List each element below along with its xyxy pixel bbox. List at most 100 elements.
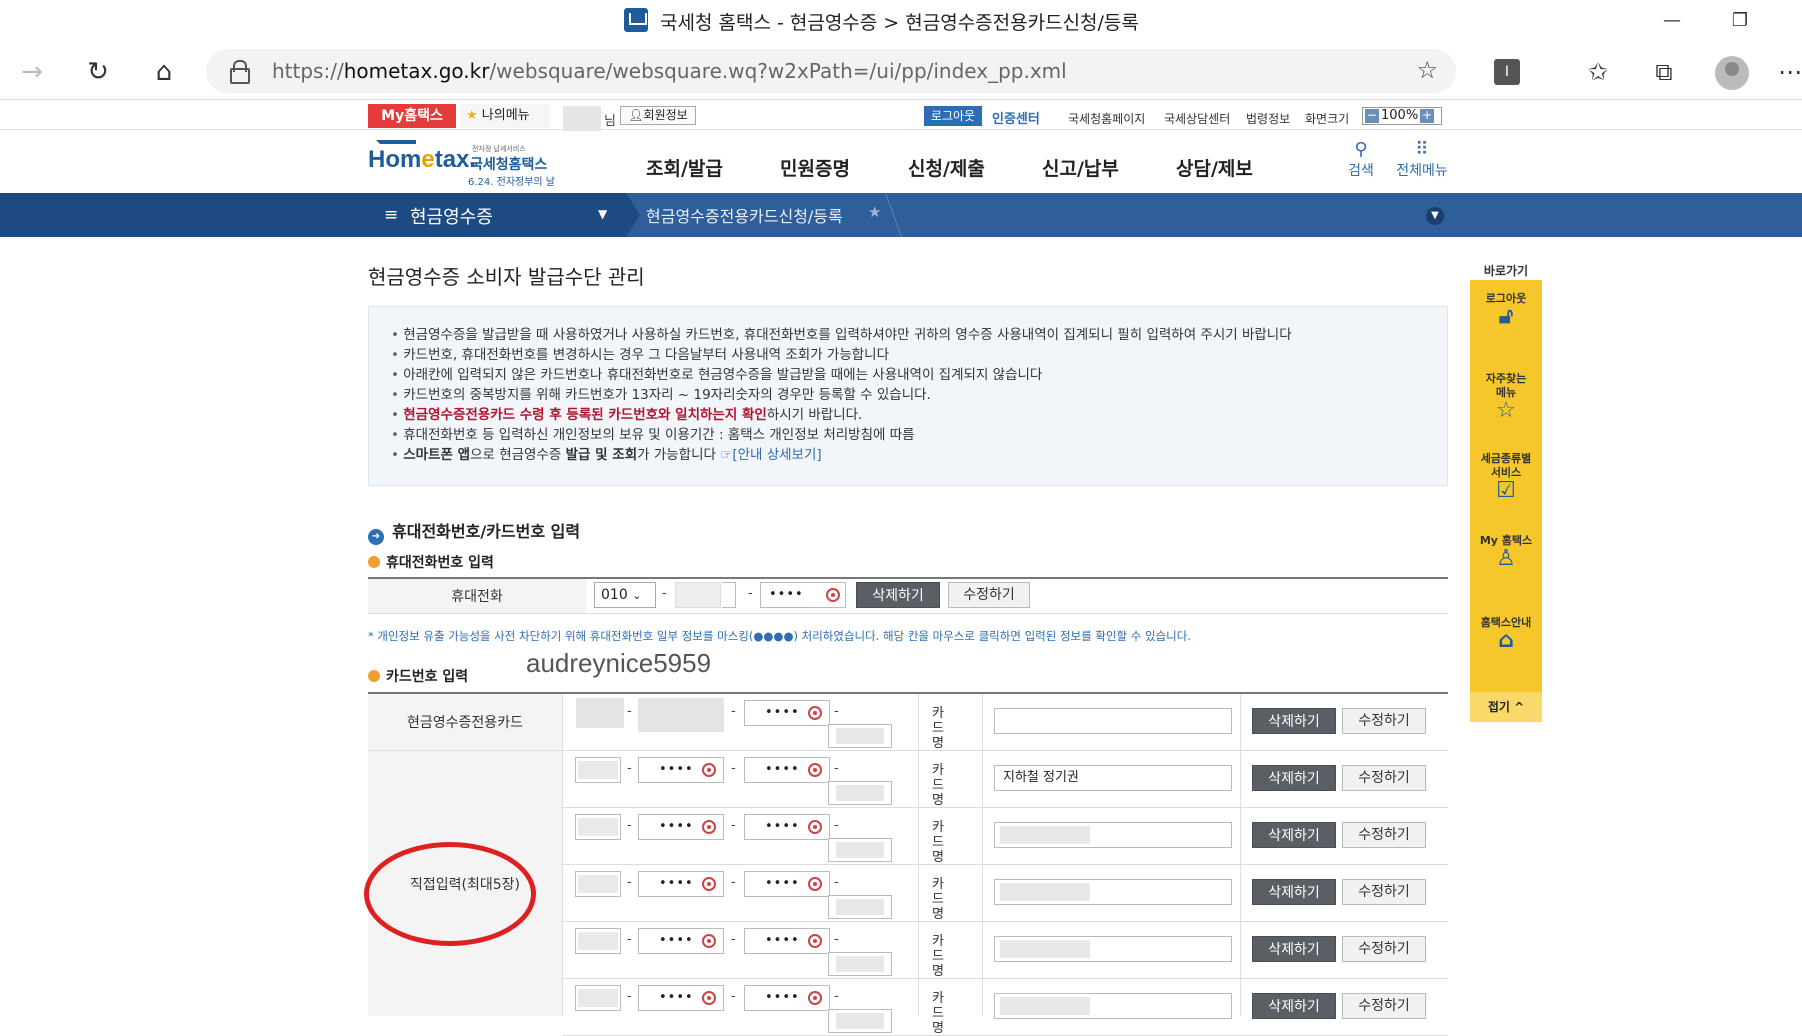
hometax-logo[interactable]: Hometax. 전자정 납세서비스 국세청홈택스 6.24. 전자정부의 날 xyxy=(368,140,580,188)
location-menu-dropdown[interactable]: ≡ 현금영수증 ▼ xyxy=(0,193,626,237)
card-edit-button[interactable]: 수정하기 xyxy=(1342,936,1426,962)
zoom-in-button[interactable]: + xyxy=(1420,109,1435,123)
unmask-icon[interactable] xyxy=(808,706,822,720)
all-menu-button[interactable]: ⠿ 전체메뉴 xyxy=(1394,140,1450,180)
row-divider xyxy=(563,978,1448,979)
breadcrumb-current[interactable]: 현금영수증전용카드신청/등록 xyxy=(646,203,843,227)
my-hometax-button[interactable]: My홈택스 xyxy=(368,104,456,128)
tax-consult-link[interactable]: 국세상담센터 xyxy=(1164,110,1230,127)
unmask-icon[interactable] xyxy=(808,934,822,948)
quick-logout[interactable]: 로그아웃 🔓︎ xyxy=(1470,292,1542,329)
info-line: 아래칸에 입력되지 않은 카드번호나 휴대전화번호로 현금영수증을 발급받을 때… xyxy=(391,365,1292,385)
table-border xyxy=(368,613,1448,614)
member-info-button[interactable]: 👤︎회원정보 xyxy=(620,106,696,125)
card-edit-button[interactable]: 수정하기 xyxy=(1342,879,1426,905)
quick-tax-service[interactable]: 세금종류별 서비스 ☑ xyxy=(1470,452,1542,502)
search-button[interactable]: ⚲ 검색 xyxy=(1346,140,1376,180)
quick-my-hometax[interactable]: My 홈택스 ♙ xyxy=(1470,534,1542,571)
card-name-input[interactable]: 지하철 정기권 xyxy=(994,765,1232,791)
card-number-part1-redacted xyxy=(578,818,618,836)
card-edit-button[interactable]: 수정하기 xyxy=(1342,822,1426,848)
quick-fold-button[interactable]: 접기 ^ xyxy=(1470,692,1542,722)
unmask-icon[interactable] xyxy=(808,763,822,777)
logout-button[interactable]: 로그아웃 xyxy=(924,106,982,126)
card-number-part1-redacted xyxy=(578,761,618,779)
phone-prefix-select[interactable]: 010 ⌄ xyxy=(594,582,656,608)
quick-guide[interactable]: 홈택스안내 ⌂ xyxy=(1470,616,1542,652)
extension-icon[interactable]: I xyxy=(1494,59,1520,85)
card-number-part2-redacted[interactable] xyxy=(638,698,724,732)
card-name-input[interactable] xyxy=(994,708,1232,734)
separator: - xyxy=(834,989,839,1004)
card-delete-button[interactable]: 삭제하기 xyxy=(1252,765,1336,791)
gnb-inquiry[interactable]: 조회/발급 xyxy=(646,154,723,181)
card-name-label: 카드명 xyxy=(932,991,944,1036)
zoom-control: −100% + xyxy=(1362,107,1442,125)
zoom-out-button[interactable]: − xyxy=(1365,109,1379,123)
unmask-icon[interactable] xyxy=(808,820,822,834)
gnb-certificate[interactable]: 민원증명 xyxy=(780,154,850,181)
address-bar[interactable]: https://hometax.go.kr/websquare/websquar… xyxy=(206,49,1456,93)
collections-icon[interactable]: ⧉ xyxy=(1648,56,1680,88)
user-suffix: 님 xyxy=(604,114,616,129)
unmask-icon[interactable] xyxy=(702,820,716,834)
card-edit-button[interactable]: 수정하기 xyxy=(1342,765,1426,791)
card-name-label: 카드명 xyxy=(932,820,944,865)
expand-chevron-icon[interactable]: ▼ xyxy=(1426,207,1444,225)
reload-icon[interactable]: ↻ xyxy=(80,54,116,90)
masking-notice: * 개인정보 유출 가능성을 사전 차단하기 위해 휴대전화번호 일부 정보를 … xyxy=(368,629,1191,643)
card-name-label: 카드명 xyxy=(932,706,944,751)
separator: - xyxy=(627,989,632,1004)
row-divider xyxy=(563,807,1448,808)
phone-middle-redacted[interactable] xyxy=(675,582,721,608)
user-icon: ♙ xyxy=(1496,546,1516,571)
restore-icon[interactable]: ❐ xyxy=(1720,6,1760,36)
home-icon[interactable]: ⌂ xyxy=(146,54,182,90)
unmask-icon[interactable] xyxy=(702,763,716,777)
phone-edit-button[interactable]: 수정하기 xyxy=(948,582,1030,608)
add-favorite-icon[interactable]: ☆ xyxy=(1416,56,1438,84)
highlight-circle-annotation xyxy=(364,842,536,946)
quick-frequent-menu[interactable]: 자주찾는 메뉴 ☆ xyxy=(1470,372,1542,422)
card-edit-button[interactable]: 수정하기 xyxy=(1342,993,1426,1019)
unmask-icon[interactable] xyxy=(702,991,716,1005)
law-info-link[interactable]: 법령정보 xyxy=(1246,110,1290,127)
dropdown-arrow-icon: ▼ xyxy=(598,207,608,221)
card-name-redacted xyxy=(1000,997,1090,1015)
phone-delete-button[interactable]: 삭제하기 xyxy=(856,582,940,608)
cert-center-link[interactable]: 인증센터 xyxy=(992,108,1040,127)
card-delete-button[interactable]: 삭제하기 xyxy=(1252,708,1336,734)
separator: - xyxy=(731,704,736,719)
card-number-part4-redacted xyxy=(836,1013,884,1029)
site-header xyxy=(0,131,1802,193)
info-line: 현금영수증을 발급받을 때 사용하였거나 사용하실 카드번호, 휴대전화번호를 … xyxy=(391,325,1291,345)
unmask-icon[interactable] xyxy=(826,588,840,602)
card-delete-button[interactable]: 삭제하기 xyxy=(1252,879,1336,905)
card-delete-button[interactable]: 삭제하기 xyxy=(1252,822,1336,848)
column-divider xyxy=(982,694,983,1016)
favorites-icon[interactable]: ✩ xyxy=(1582,56,1614,88)
unmask-icon[interactable] xyxy=(808,877,822,891)
card-number-part1-redacted[interactable] xyxy=(576,698,624,728)
nts-homepage-link[interactable]: 국세청홈페이지 xyxy=(1068,110,1145,127)
card-delete-button[interactable]: 삭제하기 xyxy=(1252,936,1336,962)
more-icon[interactable]: ⋯ xyxy=(1778,56,1802,88)
card-number-part4-redacted xyxy=(836,899,884,915)
guide-detail-link[interactable]: ☞[안내 상세보기] xyxy=(720,447,821,463)
profile-avatar[interactable] xyxy=(1715,56,1749,90)
gnb-report[interactable]: 신고/납부 xyxy=(1042,154,1119,181)
unlock-icon: 🔓︎ xyxy=(1498,304,1514,329)
window-title: 국세청 홈택스 - 현금영수증 > 현금영수증전용카드신청/등록 xyxy=(660,12,1139,34)
card-edit-button[interactable]: 수정하기 xyxy=(1342,708,1426,734)
card-delete-button[interactable]: 삭제하기 xyxy=(1252,993,1336,1019)
forward-icon[interactable]: → xyxy=(14,54,50,90)
gnb-consult[interactable]: 상담/제보 xyxy=(1176,154,1253,181)
minimize-icon[interactable]: — xyxy=(1652,6,1692,36)
screen-size-label: 화면크기 xyxy=(1305,112,1350,126)
my-menu-button[interactable]: ★ 나의메뉴 xyxy=(460,104,550,128)
unmask-icon[interactable] xyxy=(702,934,716,948)
unmask-icon[interactable] xyxy=(702,877,716,891)
unmask-icon[interactable] xyxy=(808,991,822,1005)
gnb-apply[interactable]: 신청/제출 xyxy=(908,154,985,181)
separator: - xyxy=(627,704,632,719)
